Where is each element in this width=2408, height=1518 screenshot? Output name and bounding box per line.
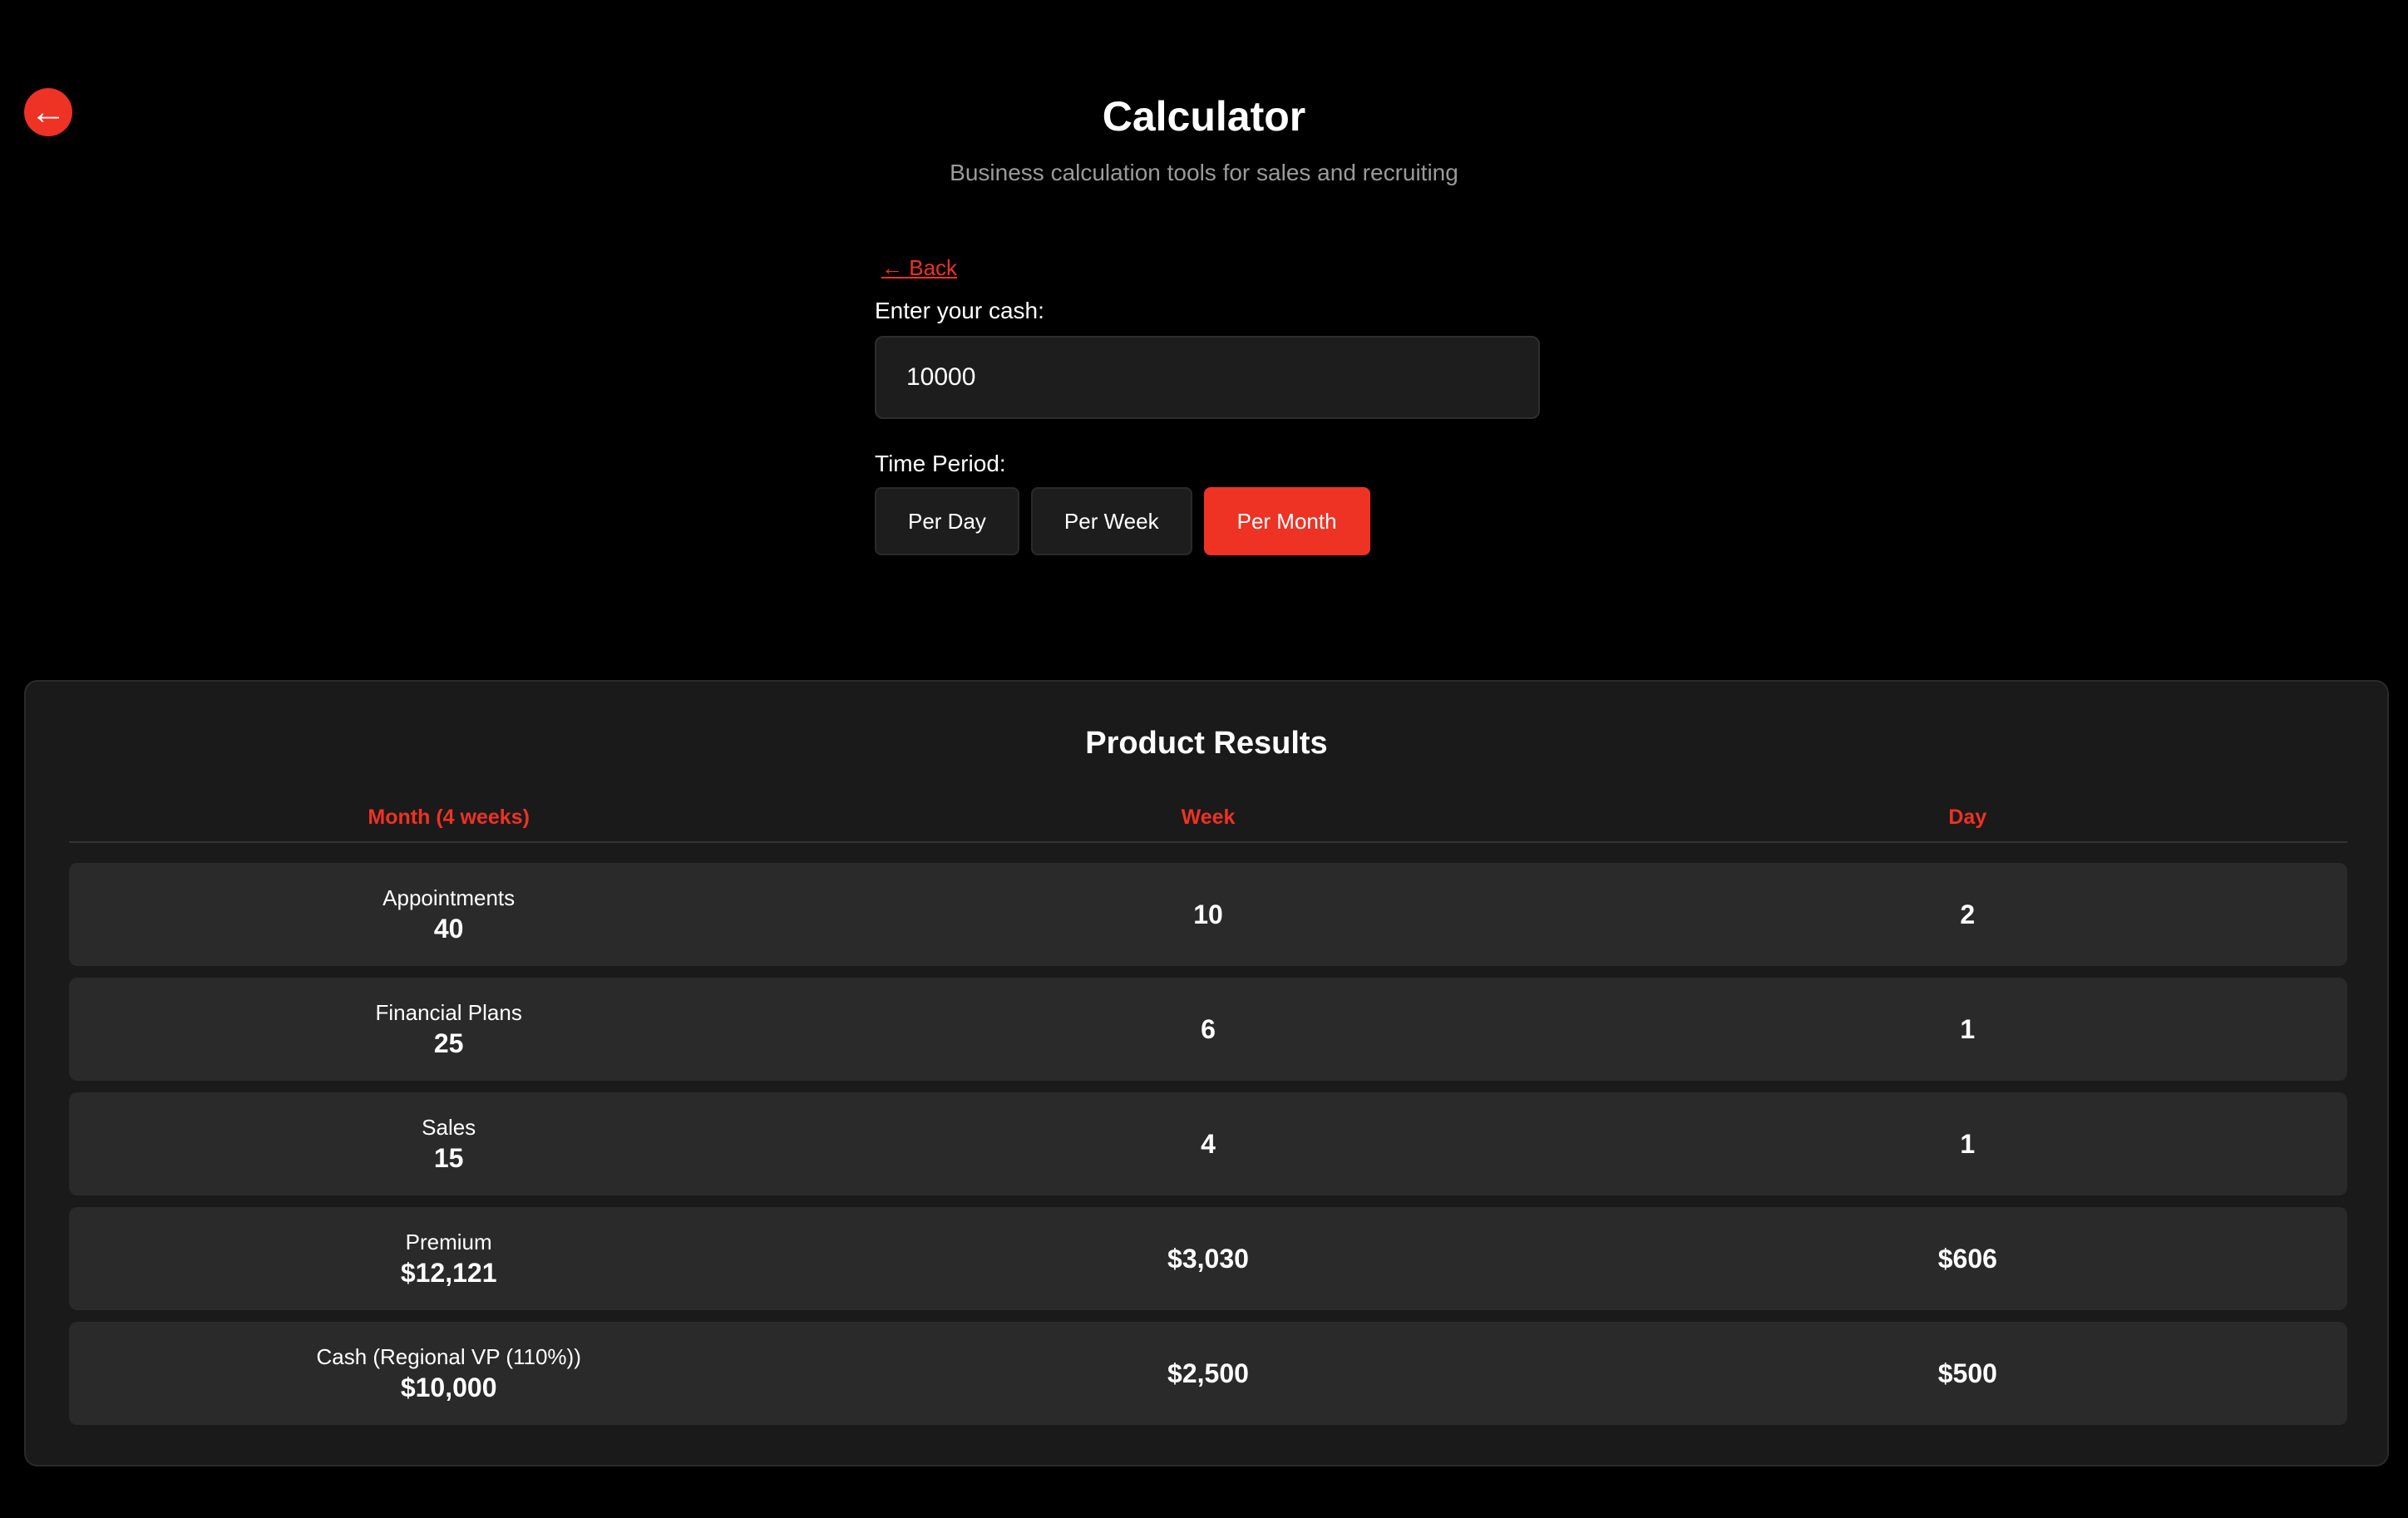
month-value: $10,000 [400,1373,497,1402]
results-column-headers: Month (4 weeks) Week Day [69,800,2347,843]
calculator-page: ← Calculator Business calculation tools … [0,0,2408,1518]
day-cell: 1 [1588,1127,2347,1161]
page-header: Calculator Business calculation tools fo… [0,86,2408,188]
day-value: 1 [1960,1014,1976,1044]
week-value: 4 [1201,1129,1216,1159]
per-day-button[interactable]: Per Day [875,487,1019,555]
per-week-button[interactable]: Per Week [1030,487,1192,555]
results-row-financial-plans: Financial Plans 25 6 1 [69,978,2347,1081]
month-cell: Appointments 40 [69,884,828,945]
row-label: Financial Plans [375,1000,522,1025]
day-value: 2 [1960,899,1976,929]
cash-label: Enter your cash: [875,298,1044,323]
time-period-buttons: Per Day Per Week Per Month [875,487,1540,555]
day-value: 1 [1960,1129,1976,1159]
results-title: Product Results [1085,726,1328,761]
week-value: $3,030 [1167,1244,1249,1274]
day-cell: 1 [1588,1013,2347,1046]
month-value: 25 [433,1028,464,1058]
row-label: Appointments [382,885,516,910]
row-label: Premium [405,1230,492,1254]
per-month-button[interactable]: Per Month [1203,487,1370,555]
column-header-day: Day [1948,806,1987,829]
week-cell: $3,030 [828,1242,1587,1275]
day-value: $500 [1937,1358,1997,1388]
month-value: $12,121 [400,1258,497,1288]
results-rows: Appointments 40 10 2 Financial Plans 25 … [69,863,2347,1437]
results-row-premium: Premium $12,121 $3,030 $606 [69,1207,2347,1310]
column-header-month: Month (4 weeks) [368,806,530,829]
week-value: $2,500 [1167,1358,1249,1388]
day-cell: 2 [1588,898,2347,931]
month-cell: Financial Plans 25 [69,998,828,1060]
week-cell: 10 [828,898,1587,931]
month-value: 40 [433,914,464,944]
month-cell: Premium $12,121 [69,1228,828,1289]
row-label: Sales [422,1115,476,1140]
cash-input[interactable] [875,336,1540,419]
results-row-cash: Cash (Regional VP (110%)) $10,000 $2,500… [69,1322,2347,1425]
month-cell: Cash (Regional VP (110%)) $10,000 [69,1343,828,1404]
results-row-sales: Sales 15 4 1 [69,1092,2347,1195]
week-value: 10 [1193,899,1223,929]
row-label: Cash (Regional VP (110%)) [316,1344,581,1369]
time-period-label: Time Period: [875,451,1006,476]
day-value: $606 [1937,1244,1997,1274]
cash-form: ← Back Enter your cash: Time Period: Per… [875,251,1540,555]
back-link[interactable]: ← Back [881,251,957,284]
day-cell: $606 [1588,1242,2347,1275]
week-cell: 6 [828,1013,1587,1046]
results-row-appointments: Appointments 40 10 2 [69,863,2347,966]
page-subtitle: Business calculation tools for sales and… [950,160,1458,185]
week-value: 6 [1201,1014,1216,1044]
day-cell: $500 [1588,1357,2347,1390]
month-cell: Sales 15 [69,1113,828,1175]
page-title: Calculator [1102,93,1306,140]
week-cell: 4 [828,1127,1587,1161]
month-value: 15 [433,1143,464,1173]
week-cell: $2,500 [828,1357,1587,1390]
column-header-week: Week [1181,806,1236,829]
product-results-panel: Product Results Month (4 weeks) Week Day… [24,680,2389,1466]
